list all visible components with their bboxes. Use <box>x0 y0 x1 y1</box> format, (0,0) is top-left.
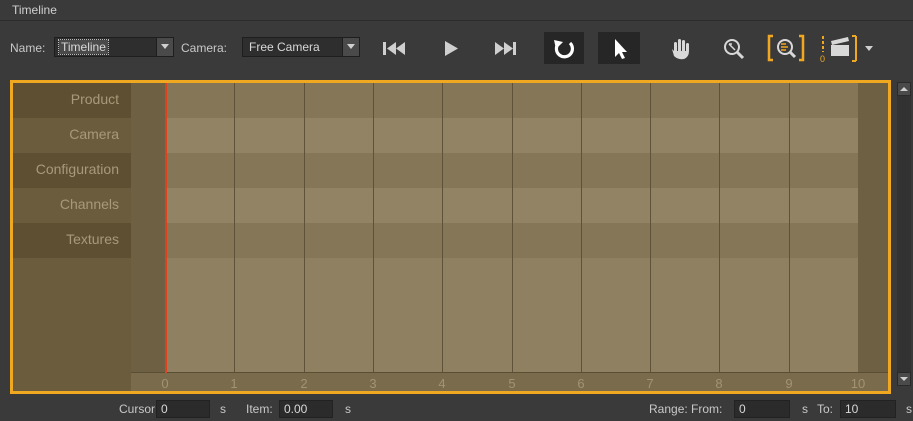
range-from-label: Range: From: <box>649 402 723 416</box>
time-gridline <box>581 83 582 372</box>
name-select[interactable]: Timeline <box>54 37 174 57</box>
range-to-label: To: <box>817 402 834 416</box>
time-gridline <box>304 83 305 372</box>
time-gridline <box>512 83 513 372</box>
panel-title: Timeline <box>12 3 57 17</box>
time-gridline <box>442 83 443 372</box>
chevron-up-icon <box>900 87 908 91</box>
track-labels: Product Camera Configuration Channels Te… <box>13 83 131 391</box>
skip-end-icon <box>495 42 516 55</box>
loop-icon <box>554 40 575 59</box>
ruler-tick-label: 7 <box>646 376 654 391</box>
time-gridline <box>234 83 235 372</box>
dropdown-icon <box>865 46 873 51</box>
pre-range-shade <box>131 83 165 372</box>
camera-label: Camera: <box>181 41 228 55</box>
name-label: Name: <box>10 41 46 55</box>
hand-icon <box>672 39 689 60</box>
item-label: Item: <box>246 402 273 416</box>
track-label-camera[interactable]: Camera <box>13 118 131 153</box>
title-divider <box>0 20 913 21</box>
chevron-down-icon <box>900 377 908 381</box>
time-gridline <box>373 83 374 372</box>
vertical-scrollbar[interactable] <box>897 96 911 372</box>
range-to-unit: s <box>906 402 912 416</box>
range-from-field[interactable]: 0 <box>734 400 790 418</box>
ruler-tick-label: 1 <box>230 376 238 391</box>
play-icon <box>445 41 458 56</box>
camera-select[interactable]: Free Camera <box>242 37 360 57</box>
cursor-unit: s <box>220 402 226 416</box>
track-label-product[interactable]: Product <box>13 83 131 118</box>
zoom-tool-button[interactable] <box>718 32 750 64</box>
pointer-icon <box>615 39 627 59</box>
ruler-tick-label: 5 <box>508 376 516 391</box>
chevron-down-icon[interactable] <box>342 38 359 56</box>
skip-start-button[interactable] <box>378 32 410 64</box>
item-field[interactable]: 0.00 <box>279 400 333 418</box>
camera-select-value: Free Camera <box>249 40 320 54</box>
range-to-field[interactable]: 10 <box>840 400 896 418</box>
zoom-fit-button[interactable] <box>766 32 806 64</box>
item-unit: s <box>345 402 351 416</box>
skip-start-icon <box>383 42 405 55</box>
cursor-label: Cursor: <box>119 402 159 416</box>
time-gridline <box>650 83 651 372</box>
time-cursor[interactable] <box>165 83 167 373</box>
skip-end-button[interactable] <box>490 32 522 64</box>
ruler-tick-label: 3 <box>369 376 377 391</box>
ruler-baseline <box>131 372 888 373</box>
select-tool-button[interactable] <box>598 32 640 64</box>
loop-button[interactable] <box>544 32 584 64</box>
scroll-down-button[interactable] <box>897 372 911 386</box>
post-range-shade <box>858 83 888 372</box>
ruler-tick-label: 6 <box>577 376 585 391</box>
timeline-view[interactable]: Product Camera Configuration Channels Te… <box>10 80 891 394</box>
pan-tool-button[interactable] <box>664 32 696 64</box>
track-label-channels[interactable]: Channels <box>13 188 131 223</box>
zoom-icon <box>724 39 745 60</box>
ruler-tick-label: 10 <box>850 376 866 391</box>
clapper-icon: 0 <box>820 35 857 64</box>
track-label-configuration[interactable]: Configuration <box>13 153 131 188</box>
track-label-textures[interactable]: Textures <box>13 223 131 258</box>
zoom-fit-icon <box>767 34 805 62</box>
svg-text:0: 0 <box>820 54 825 64</box>
time-gridline <box>719 83 720 372</box>
chevron-down-icon[interactable] <box>156 38 173 56</box>
cursor-field[interactable]: 0 <box>156 400 210 418</box>
name-select-value: Timeline <box>58 39 109 55</box>
range-from-unit: s <box>802 402 808 416</box>
play-button[interactable] <box>436 32 468 64</box>
ruler-tick-label: 0 <box>161 376 169 391</box>
ruler-tick-label: 9 <box>785 376 793 391</box>
scroll-up-button[interactable] <box>897 82 911 96</box>
time-gridline <box>789 83 790 372</box>
clapper-menu-button[interactable]: 0 <box>818 32 890 64</box>
ruler-tick-label: 4 <box>438 376 446 391</box>
status-bar: Cursor: 0 s Item: 0.00 s Range: From: 0 … <box>0 398 913 421</box>
toolbar: Name: Timeline Camera: Free Camera 0 <box>0 30 913 64</box>
ruler-tick-label: 8 <box>715 376 723 391</box>
ruler-tick-label: 2 <box>300 376 308 391</box>
